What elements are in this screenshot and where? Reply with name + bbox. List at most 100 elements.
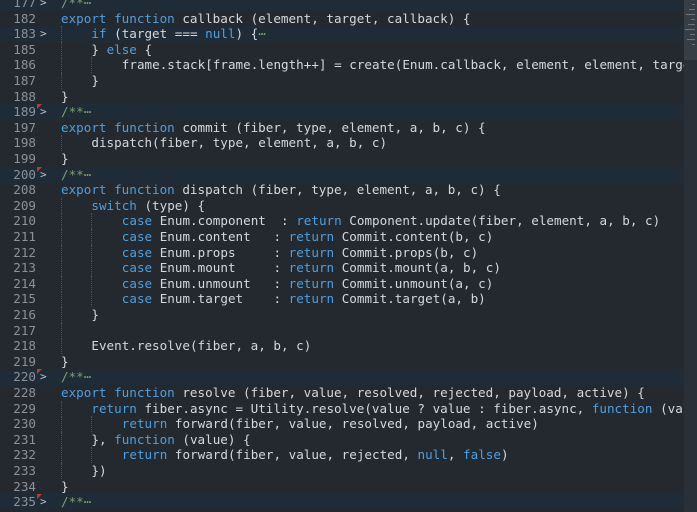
code-line-220[interactable]: 220 > /**⋯: [0, 369, 684, 386]
chevron-right-icon[interactable]: >: [40, 494, 50, 510]
code-line-212[interactable]: 212 case Enum.props : return Commit.props…: [0, 244, 684, 261]
indent-guide: [61, 447, 63, 464]
code-token: export function: [61, 385, 183, 400]
code-line-189[interactable]: 189 > /**⋯: [0, 104, 684, 121]
code-text: /**⋯: [61, 369, 91, 385]
minimap-row: [692, 4, 695, 5]
chevron-right-icon[interactable]: >: [40, 26, 50, 42]
code-token: dispatch (fiber, type, element, a, b, c)…: [182, 182, 501, 198]
code-token: callback (element, target, callback) {: [182, 10, 471, 26]
code-line-209[interactable]: 209 switch (type) {: [0, 197, 684, 214]
code-token: }: [61, 478, 69, 494]
code-text: return fiber.async = Utility.resolve(val…: [91, 401, 697, 417]
line-number: 208: [13, 182, 36, 198]
indent-guide: [61, 260, 63, 277]
code-line-217[interactable]: 217: [0, 322, 684, 339]
code-line-211[interactable]: 211 case Enum.content : return Commit.con…: [0, 229, 684, 245]
code-line-232[interactable]: 232 return forward(fiber, value, rejected…: [0, 447, 684, 464]
code-token: {: [136, 41, 153, 57]
code-line-228[interactable]: 228 export function resolve (fiber, value…: [0, 385, 684, 401]
line-number: 200: [13, 166, 36, 182]
code-text: /**⋯: [61, 104, 91, 120]
code-line-208[interactable]: 208 export function dispatch (fiber, type…: [0, 182, 684, 198]
code-line-235[interactable]: 235 > /**⋯: [0, 494, 684, 511]
line-number: 187: [13, 73, 36, 88]
code-line-186[interactable]: 186 frame.stack[frame.length++] = create(…: [0, 57, 697, 74]
indent-guide: [61, 338, 63, 355]
code-token: if: [91, 26, 115, 42]
minimap[interactable]: [684, 0, 697, 512]
code-token: }): [91, 463, 107, 478]
line-number: 232: [13, 447, 36, 463]
code-text: }: [61, 479, 69, 495]
code-token: Enum.component :: [159, 213, 297, 229]
code-token: ⋯: [258, 26, 266, 42]
code-text: case Enum.props : return Commit.props(b,…: [122, 245, 478, 261]
line-number: 186: [13, 57, 36, 73]
code-line-197[interactable]: 197 export function commit (fiber, type, …: [0, 120, 684, 136]
code-token: ,: [447, 447, 464, 463]
code-token: resolve (fiber, value, resolved, rejecte…: [182, 385, 645, 400]
code-text: export function dispatch (fiber, type, e…: [61, 182, 501, 198]
indent-guide: [61, 431, 63, 448]
code-line-216[interactable]: 216}: [0, 307, 684, 323]
minimap-row: [690, 34, 695, 35]
code-line-188[interactable]: 188}: [0, 89, 684, 105]
code-line-183[interactable]: 183 > if (target === null) {⋯: [0, 26, 684, 43]
code-line-210[interactable]: 210 case Enum.component : return Componen…: [0, 213, 684, 230]
indent-guide: [61, 307, 63, 323]
code-text: export function callback (element, targe…: [61, 11, 470, 27]
code-line-177[interactable]: 177 > /**⋯: [0, 0, 684, 11]
code-line-215[interactable]: 215 case Enum.target : return Commit.targ…: [0, 291, 684, 308]
chevron-right-icon[interactable]: >: [40, 104, 50, 120]
code-line-185[interactable]: 185} else {: [0, 41, 684, 58]
code-line-229[interactable]: 229 return fiber.async = Utility.resolve(…: [0, 400, 697, 417]
chevron-right-icon[interactable]: >: [40, 369, 50, 385]
code-token: Enum.mount :: [159, 260, 289, 276]
line-number: 235: [13, 494, 36, 510]
code-line-198[interactable]: 198 dispatch(fiber, type, element, a, b, …: [0, 135, 684, 152]
code-line-199[interactable]: 199}: [0, 151, 684, 167]
code-line-230[interactable]: 230 return forward(fiber, value, resolved…: [0, 416, 684, 433]
indent-guide: [91, 260, 93, 277]
line-number: 212: [13, 244, 36, 260]
code-token: /**: [61, 494, 84, 510]
code-token: ⋯: [83, 0, 92, 10]
code-token: forward(fiber, value, resolved, payload,…: [174, 416, 539, 432]
code-line-231[interactable]: 231}, function (value) {: [0, 431, 684, 448]
indent-guide: [91, 57, 93, 74]
chevron-right-icon[interactable]: >: [40, 0, 50, 11]
indent-guide: [61, 41, 63, 58]
code-token: return: [91, 400, 145, 416]
code-line-213[interactable]: 213 case Enum.mount : return Commit.mount…: [0, 260, 684, 277]
indent-guide: [61, 291, 63, 308]
code-text: }: [61, 89, 69, 105]
code-text: }): [91, 463, 106, 479]
indent-guide: [61, 416, 63, 433]
code-line-200[interactable]: 200 > /**⋯: [0, 166, 684, 183]
code-line-214[interactable]: 214 case Enum.unmount : return Commit.unm…: [0, 275, 684, 292]
code-token: }: [91, 307, 99, 322]
code-text: case Enum.component : return Component.u…: [122, 213, 660, 229]
line-number: 215: [13, 291, 36, 307]
code-token: },: [91, 431, 115, 447]
code-token: return: [288, 275, 342, 291]
code-token: Commit.props(b, c): [341, 244, 479, 260]
code-line-218[interactable]: 218 Event.resolve(fiber, a, b, c): [0, 338, 684, 355]
code-text: /**⋯: [61, 494, 91, 510]
code-token: commit (fiber, type, element, a, b, c) {: [182, 119, 486, 135]
code-text: }: [61, 151, 69, 167]
code-token: frame.stack[frame.length++] = create(Enu…: [121, 57, 697, 73]
code-line-187[interactable]: 187}: [0, 73, 684, 89]
code-line-233[interactable]: 233}): [0, 463, 684, 479]
code-text: switch (type) {: [91, 198, 205, 214]
indent-guide: [61, 57, 63, 74]
line-number: 229: [13, 400, 36, 416]
code-editor[interactable]: 177 >/**⋯ 182 export function callback (ele…: [0, 0, 697, 512]
code-line-219[interactable]: 219}: [0, 354, 684, 370]
code-token: Enum.target :: [159, 291, 289, 307]
indent-guide: [61, 463, 63, 479]
chevron-right-icon[interactable]: >: [40, 167, 50, 183]
code-line-234[interactable]: 234}: [0, 479, 684, 495]
code-line-182[interactable]: 182 export function callback (element, ta…: [0, 11, 684, 27]
